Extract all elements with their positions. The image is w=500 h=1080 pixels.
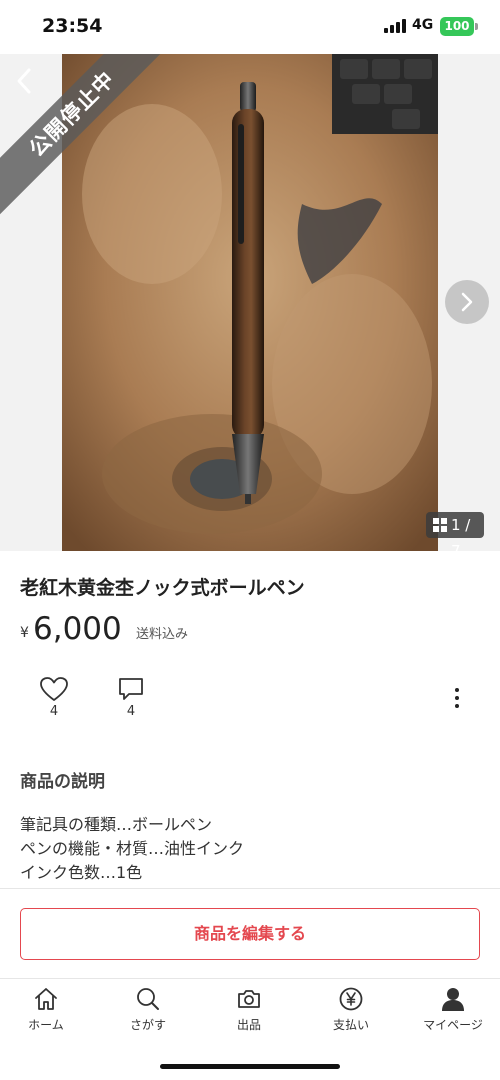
chevron-right-icon xyxy=(461,292,473,312)
tab-label: 支払い xyxy=(332,1018,369,1032)
tab-sell[interactable]: 出品 xyxy=(209,986,289,1036)
tab-home[interactable]: ホーム xyxy=(6,986,86,1036)
status-time: 23:54 xyxy=(42,15,103,37)
signal-icon xyxy=(384,19,406,33)
like-button[interactable]: 4 xyxy=(37,676,71,724)
tab-label: 出品 xyxy=(236,1018,261,1032)
heart-icon xyxy=(40,677,68,701)
more-options-icon[interactable] xyxy=(446,686,468,710)
product-photo xyxy=(62,54,438,551)
tab-label: ホーム xyxy=(28,1018,64,1032)
network-label: 4G xyxy=(412,17,434,33)
image-counter: 1 / 7 xyxy=(426,512,484,551)
divider xyxy=(0,978,500,979)
item-price: 6,000 xyxy=(33,611,122,647)
tab-payment[interactable]: 支払い xyxy=(311,986,391,1036)
yen-icon xyxy=(339,987,363,1011)
camera-icon xyxy=(238,990,260,1008)
description-heading: 商品の説明 xyxy=(20,772,105,792)
comment-icon xyxy=(119,678,143,700)
edit-item-button[interactable]: 商品を編集する xyxy=(20,908,480,960)
tab-label: さがす xyxy=(129,1018,166,1032)
home-indicator xyxy=(160,1064,340,1069)
back-icon[interactable] xyxy=(12,66,38,96)
home-icon xyxy=(35,988,57,1010)
currency-symbol: ¥ xyxy=(20,625,29,641)
person-icon xyxy=(442,988,464,1011)
product-image-carousel[interactable]: 公開停止中 1 / 7 xyxy=(0,54,500,551)
comment-count: 4 xyxy=(126,704,136,719)
like-count: 4 xyxy=(49,704,59,719)
search-icon xyxy=(137,988,159,1010)
status-bar: 23:54 4G 100 xyxy=(0,0,500,54)
tab-search[interactable]: さがす xyxy=(108,986,188,1036)
description-line: インク色数…1色 xyxy=(20,863,143,882)
divider xyxy=(0,888,500,889)
shipping-label: 送料込み xyxy=(136,627,189,642)
tab-mypage[interactable]: マイページ xyxy=(413,986,493,1036)
image-counter-text: 1 / 7 xyxy=(451,516,471,551)
comment-button[interactable]: 4 xyxy=(114,676,148,724)
item-title: 老紅木黄金杢ノック式ボールペン xyxy=(20,577,305,599)
tab-label: マイページ xyxy=(423,1018,483,1032)
description-line: ペンの機能・材質…油性インク xyxy=(20,839,245,858)
next-image-button[interactable] xyxy=(445,280,489,324)
description-line: 筆記具の種類…ボールペン xyxy=(20,815,213,834)
grid-icon xyxy=(433,518,447,532)
battery-icon: 100 xyxy=(440,17,478,36)
